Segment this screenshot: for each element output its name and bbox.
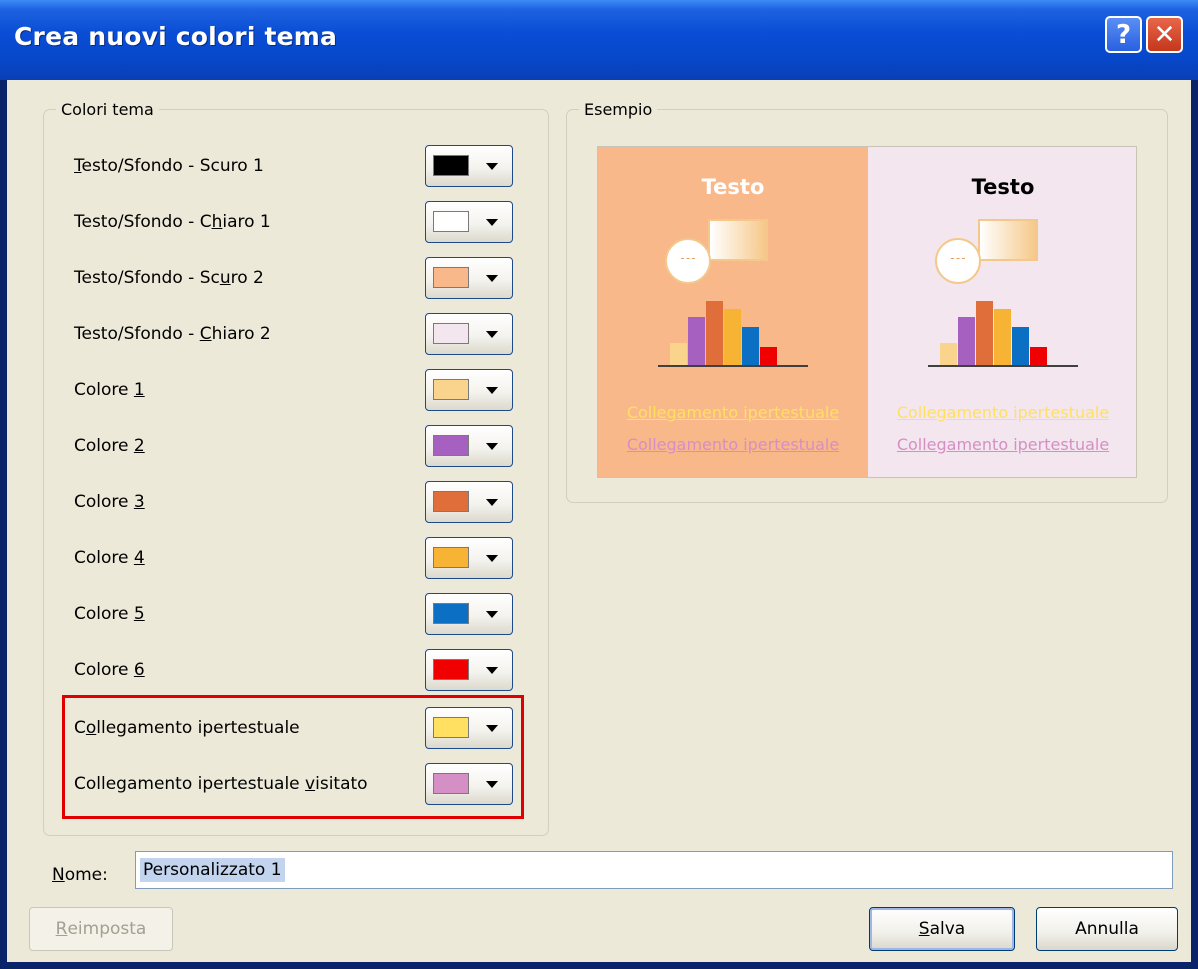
color-picker-button[interactable] [425, 649, 513, 691]
dropdown-arrow-icon [486, 555, 498, 562]
color-swatch [433, 547, 469, 568]
preview-bar [940, 343, 957, 367]
preview-bar [994, 309, 1011, 367]
color-swatch [433, 323, 469, 344]
color-swatch [433, 267, 469, 288]
dropdown-arrow-icon [486, 443, 498, 450]
dropdown-arrow-icon [486, 219, 498, 226]
title-bar[interactable]: Crea nuovi colori tema ? ✕ [0, 0, 1198, 80]
color-picker-button[interactable] [425, 201, 513, 243]
color-swatch [433, 211, 469, 232]
color-picker-button[interactable] [425, 313, 513, 355]
color-picker-button[interactable] [425, 481, 513, 523]
preview-visited-hyperlink: Collegamento ipertestuale [896, 435, 1110, 454]
name-input-value: Personalizzato 1 [140, 858, 285, 882]
preview-bar [742, 327, 759, 367]
preview-title-light: Testo [701, 175, 765, 199]
color-swatch [433, 435, 469, 456]
preview-bar-chart [658, 287, 808, 367]
preview-dark-pane: Testo Collegamento ipertestuale Collegam… [598, 147, 868, 477]
preview-hyperlink: Collegamento ipertestuale [896, 403, 1110, 422]
preview-bar [1030, 347, 1047, 367]
name-input[interactable]: Personalizzato 1 [135, 851, 1173, 889]
cancel-button[interactable]: Annulla [1036, 907, 1178, 951]
color-swatch [433, 603, 469, 624]
hyperlink-highlight-box [62, 695, 524, 819]
color-row-label: Colore 4 [74, 548, 145, 568]
preview-rectangle-shape [708, 219, 768, 261]
color-row-label: Colore 6 [74, 660, 145, 680]
preview-bar [706, 301, 723, 367]
color-swatch [433, 491, 469, 512]
preview-bar [1012, 327, 1029, 367]
preview-legend: Esempio [584, 100, 653, 119]
preview-rectangle-shape [978, 219, 1038, 261]
dropdown-arrow-icon [486, 611, 498, 618]
dialog-body: Colori tema Esempio Testo/Sfondo - Scuro… [7, 80, 1191, 962]
preview-light-pane: Testo Collegamento ipertestuale Collegam… [868, 147, 1136, 477]
dialog-title: Crea nuovi colori tema [14, 22, 338, 51]
color-row-label: Colore 1 [74, 380, 145, 400]
color-swatch [433, 379, 469, 400]
preview-bar-chart [928, 287, 1078, 367]
preview-chart-axis [928, 365, 1078, 367]
color-row-label: Testo/Sfondo - Chiaro 1 [74, 212, 271, 232]
color-row-label: Colore 5 [74, 604, 145, 624]
preview-circle-shape [935, 238, 981, 284]
preview-area: Testo Collegamento ipertestuale Collegam… [597, 146, 1137, 478]
color-swatch [433, 155, 469, 176]
name-label: Nome: [52, 865, 108, 885]
help-button[interactable]: ? [1105, 16, 1142, 53]
dropdown-arrow-icon [486, 275, 498, 282]
color-row-label: Testo/Sfondo - Chiaro 2 [74, 324, 271, 344]
preview-bar [670, 343, 687, 367]
preview-bar [688, 317, 705, 367]
color-picker-button[interactable] [425, 257, 513, 299]
color-row-label: Colore 3 [74, 492, 145, 512]
color-picker-button[interactable] [425, 593, 513, 635]
color-row-label: Testo/Sfondo - Scuro 2 [74, 268, 264, 288]
preview-bar [958, 317, 975, 367]
dropdown-arrow-icon [486, 667, 498, 674]
preview-circle-shape [665, 238, 711, 284]
dropdown-arrow-icon [486, 163, 498, 170]
preview-bar [760, 347, 777, 367]
save-button[interactable]: Salva [869, 907, 1015, 951]
preview-chart-axis [658, 365, 808, 367]
color-picker-button[interactable] [425, 145, 513, 187]
dropdown-arrow-icon [486, 331, 498, 338]
preview-bar [724, 309, 741, 367]
preview-title-dark: Testo [971, 175, 1035, 199]
color-picker-button[interactable] [425, 369, 513, 411]
reset-button[interactable]: Reimposta [29, 907, 173, 951]
color-picker-button[interactable] [425, 425, 513, 467]
color-row-label: Testo/Sfondo - Scuro 1 [74, 156, 264, 176]
preview-visited-hyperlink: Collegamento ipertestuale [626, 435, 840, 454]
preview-hyperlink: Collegamento ipertestuale [626, 403, 840, 422]
dropdown-arrow-icon [486, 499, 498, 506]
theme-colors-legend: Colori tema [61, 100, 154, 119]
dropdown-arrow-icon [486, 387, 498, 394]
close-button[interactable]: ✕ [1146, 16, 1183, 53]
color-row-label: Colore 2 [74, 436, 145, 456]
dialog-window: Crea nuovi colori tema ? ✕ Colori tema E… [0, 0, 1198, 969]
color-swatch [433, 659, 469, 680]
color-picker-button[interactable] [425, 537, 513, 579]
preview-bar [976, 301, 993, 367]
